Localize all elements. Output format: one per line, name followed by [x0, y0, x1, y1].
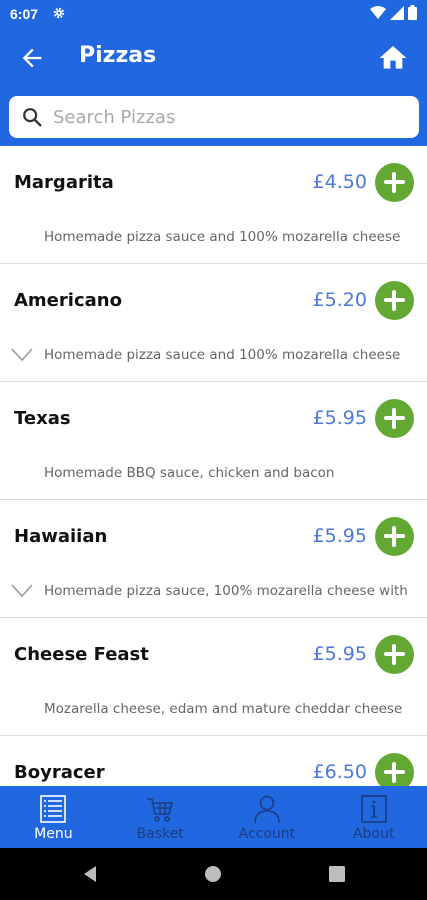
tab-menu-label: Menu	[34, 826, 73, 842]
bottom-navigation: Menu Basket Account About	[0, 786, 427, 848]
system-home-icon[interactable]	[203, 864, 223, 884]
system-recents-icon[interactable]	[327, 864, 347, 884]
add-to-basket-button[interactable]	[375, 399, 414, 438]
pizza-description: Homemade BBQ sauce, chicken and bacon	[44, 465, 335, 481]
system-navigation-bar	[0, 848, 427, 900]
tab-about[interactable]: About	[320, 786, 427, 848]
pizza-list-item[interactable]: Hawaiian £5.95 Homemade pizza sauce, 100…	[0, 500, 427, 618]
pizza-name: Margarita	[14, 172, 114, 193]
app-bar: Pizzas	[0, 28, 427, 88]
pizza-description: Homemade pizza sauce, 100% mozarella che…	[44, 583, 408, 599]
wifi-icon	[370, 5, 386, 19]
pizza-description: Mozarella cheese, edam and mature chedda…	[44, 701, 403, 717]
pizza-description: Homemade pizza sauce and 100% mozarella …	[44, 229, 401, 245]
status-time: 6:07	[10, 6, 39, 22]
system-back-icon[interactable]	[80, 864, 100, 884]
pizza-description: Homemade pizza sauce and 100% mozarella …	[44, 347, 401, 363]
pizza-list-item[interactable]: Cheese Feast £5.95 Mozarella cheese, eda…	[0, 618, 427, 736]
person-icon	[254, 795, 280, 824]
tab-basket-label: Basket	[136, 826, 184, 842]
search-bar-container	[0, 88, 427, 146]
add-to-basket-button[interactable]	[375, 281, 414, 320]
tab-about-label: About	[352, 826, 395, 842]
pizza-list-item[interactable]: Texas £5.95 Homemade BBQ sauce, chicken …	[0, 382, 427, 500]
settings-gear-icon	[53, 7, 65, 19]
home-icon[interactable]	[377, 42, 409, 74]
battery-icon	[408, 5, 417, 20]
status-icons	[370, 5, 417, 20]
tab-menu[interactable]: Menu	[0, 786, 107, 848]
pizzas-screen: 6:07 Pizzas Search Pizzas Margarita £4.5…	[0, 0, 427, 900]
search-box[interactable]	[9, 96, 419, 138]
pizza-list-item[interactable]: Americano £5.20 Homemade pizza sauce and…	[0, 264, 427, 382]
pizza-name: Boyracer	[14, 762, 105, 783]
add-to-basket-button[interactable]	[375, 635, 414, 674]
info-icon	[360, 795, 387, 823]
menu-list-icon	[40, 795, 67, 823]
status-bar: 6:07	[0, 0, 427, 28]
tab-account[interactable]: Account	[214, 786, 321, 848]
pizza-price: £5.95	[312, 525, 367, 547]
page-title: Pizzas	[79, 43, 157, 68]
pizza-list: Margarita £4.50 Homemade pizza sauce and…	[0, 146, 427, 786]
tab-account-label: Account	[238, 826, 296, 842]
pizza-name: Cheese Feast	[14, 644, 149, 665]
back-arrow-icon[interactable]	[18, 44, 46, 72]
add-to-basket-button[interactable]	[375, 753, 414, 786]
pizza-list-item[interactable]: Margarita £4.50 Homemade pizza sauce and…	[0, 146, 427, 264]
expand-chevron-down-icon[interactable]	[11, 348, 33, 362]
pizza-name: Hawaiian	[14, 526, 108, 547]
search-input[interactable]	[53, 102, 403, 132]
pizza-name: Americano	[14, 290, 122, 311]
pizza-price: £5.95	[312, 407, 367, 429]
pizza-name: Texas	[14, 408, 71, 429]
cart-icon	[147, 798, 174, 822]
pizza-price: £4.50	[312, 171, 367, 193]
signal-icon	[390, 5, 404, 20]
add-to-basket-button[interactable]	[375, 517, 414, 556]
tab-basket[interactable]: Basket	[107, 786, 214, 848]
pizza-price: £5.20	[312, 289, 367, 311]
pizza-list-item[interactable]: Boyracer £6.50	[0, 736, 427, 786]
pizza-price: £5.95	[312, 643, 367, 665]
search-icon	[23, 108, 42, 127]
add-to-basket-button[interactable]	[375, 163, 414, 202]
expand-chevron-down-icon[interactable]	[11, 584, 33, 598]
pizza-price: £6.50	[312, 761, 367, 783]
